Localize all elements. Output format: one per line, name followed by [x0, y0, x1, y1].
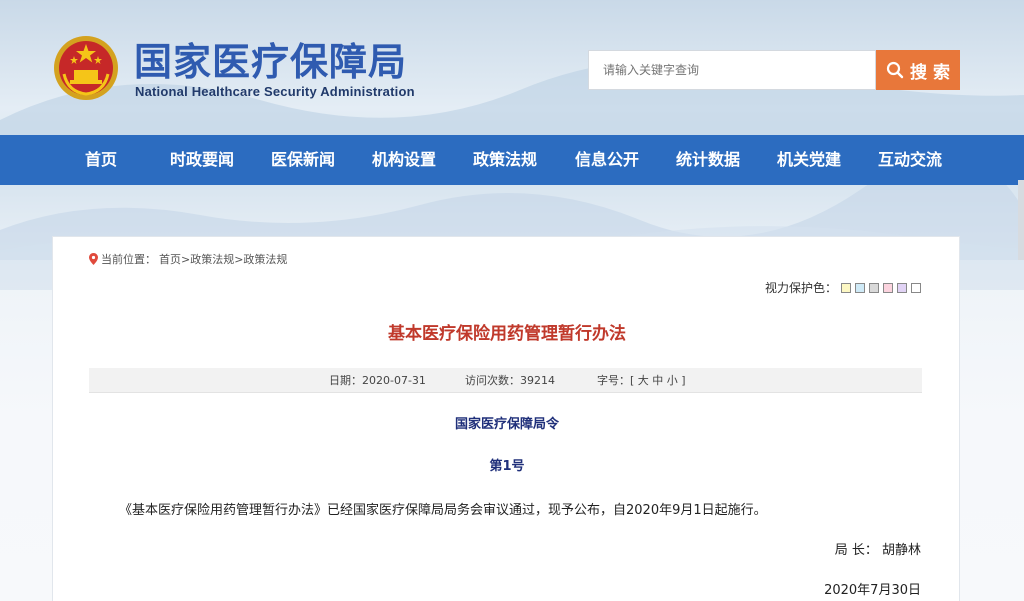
swatch-white[interactable]: [911, 282, 921, 293]
article-meta-bar: 日期：2020-07-31 访问次数：39214 字号：[ 大 中 小 ]: [89, 368, 922, 393]
breadcrumb-label: 当前位置：: [101, 253, 156, 266]
font-size-control[interactable]: 字号：[ 大 中 小 ]: [597, 368, 686, 393]
site-subtitle: National Healthcare Security Administrat…: [135, 84, 415, 99]
breadcrumb-path[interactable]: 首页>政策法规>政策法规: [159, 251, 287, 267]
vision-protect-colors: 视力保护色：: [765, 279, 921, 296]
order-number: 第1号: [489, 459, 525, 474]
sign-date: 2020年7月30日: [824, 583, 921, 598]
nav-item-party[interactable]: 机关党建: [777, 135, 841, 185]
swatch-pink[interactable]: [883, 282, 893, 293]
order-title: 国家医疗保障局令: [454, 417, 559, 432]
signer: 局 长： 胡静林: [834, 543, 921, 558]
article-panel: 当前位置： 首页>政策法规>政策法规 视力保护色： 基本医疗保险用药管理暂行办法 …: [52, 236, 960, 601]
swatch-gray[interactable]: [869, 282, 879, 293]
nav-item-home[interactable]: 首页: [85, 135, 117, 185]
breadcrumb: 当前位置： 首页>政策法规>政策法规: [89, 251, 287, 267]
swatch-purple[interactable]: [897, 282, 907, 293]
nav-item-statistics[interactable]: 统计数据: [676, 135, 740, 185]
site-title: 国家医疗保障局: [134, 40, 408, 84]
swatch-yellow[interactable]: [841, 282, 851, 293]
search-input[interactable]: [588, 50, 876, 90]
national-emblem-icon: [54, 36, 118, 100]
location-pin-icon: [89, 253, 98, 265]
search-button-label: 搜 索: [910, 62, 950, 83]
article-date: 日期：2020-07-31: [329, 374, 426, 387]
article-paragraph: 《基本医疗保险用药管理暂行办法》已经国家医疗保障局局务会审议通过，现予公布，自2…: [119, 503, 767, 518]
article-visits: 访问次数：39214: [465, 374, 555, 387]
site-header: 国家医疗保障局 National Healthcare Security Adm…: [0, 0, 1024, 135]
search-icon: [886, 61, 904, 79]
nav-item-healthcare-news[interactable]: 医保新闻: [271, 135, 335, 185]
nav-item-policy[interactable]: 政策法规: [473, 135, 537, 185]
search-button[interactable]: 搜 索: [876, 50, 960, 90]
nav-item-interaction[interactable]: 互动交流: [878, 135, 942, 185]
main-nav: 首页 时政要闻 医保新闻 机构设置 政策法规 信息公开 统计数据 机关党建 互动…: [0, 135, 1024, 185]
swatch-blue[interactable]: [855, 282, 865, 293]
vision-label: 视力保护色：: [764, 281, 837, 295]
nav-item-organization[interactable]: 机构设置: [372, 135, 436, 185]
side-scroll-tab[interactable]: [1018, 180, 1024, 260]
nav-item-disclosure[interactable]: 信息公开: [575, 135, 639, 185]
nav-item-news[interactable]: 时政要闻: [170, 135, 234, 185]
article-title: 基本医疗保险用药管理暂行办法: [388, 324, 626, 344]
